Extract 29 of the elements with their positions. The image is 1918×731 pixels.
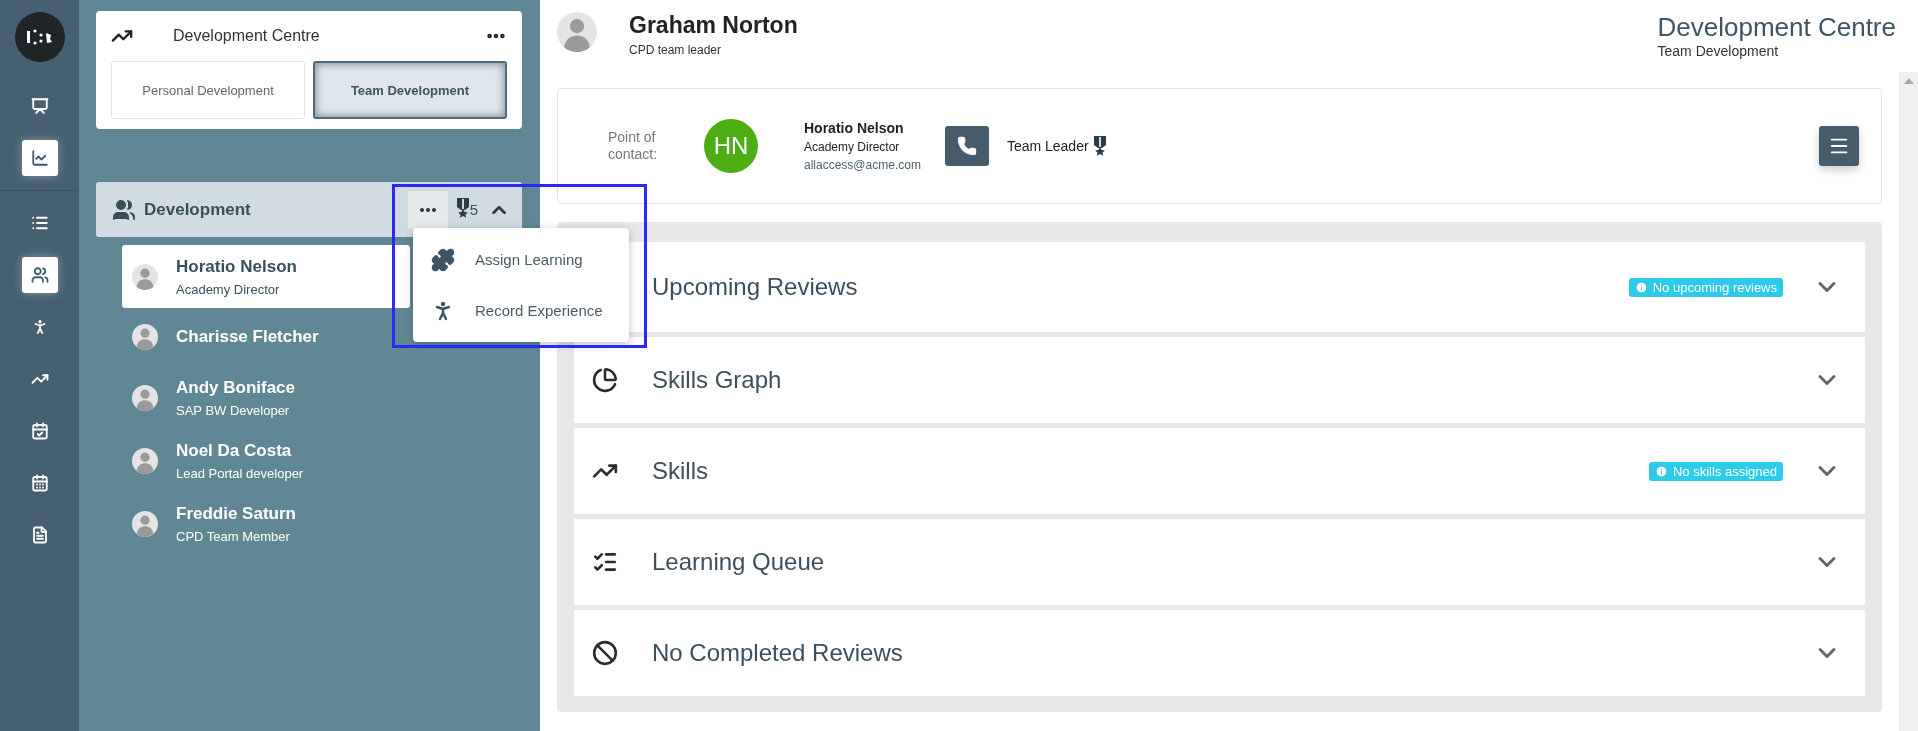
member-name: Charisse Fletcher — [176, 327, 319, 347]
member-role: SAP BW Developer — [176, 402, 291, 418]
section-title: No Completed Reviews — [652, 639, 904, 667]
member-name: Freddie Saturn — [176, 503, 296, 524]
member-role: Lead Portal developer — [176, 465, 304, 481]
status-badge: No skills assigned — [1648, 461, 1783, 481]
member-name: Andy Boniface — [176, 377, 296, 398]
card-title: Development Centre — [173, 27, 321, 45]
member-name: Noel Da Costa — [176, 440, 293, 461]
member-name: Horatio Nelson — [176, 256, 297, 277]
member-role: CPD Team Member — [176, 528, 291, 544]
contact-email: allaccess@acme.com — [804, 158, 921, 172]
status-badge: No upcoming reviews — [1628, 277, 1783, 297]
initials-avatar: HN — [704, 119, 758, 173]
section-title: Upcoming Reviews — [652, 273, 859, 301]
section-title: Learning Queue — [652, 548, 826, 576]
user-name: Graham Norton — [629, 12, 798, 39]
user-role: CPD team leader — [629, 43, 723, 57]
badge-count: 5 — [469, 201, 478, 218]
member-role: Academy Director — [176, 281, 281, 297]
contact-role: Academy Director — [804, 140, 901, 154]
section-title: Skills Graph — [652, 366, 783, 394]
team-title: Development — [144, 199, 252, 220]
section-title: Skills — [652, 457, 709, 485]
page-title: Development Centre — [1657, 12, 1896, 43]
page-subtitle: Team Development — [1657, 43, 1780, 59]
contact-label: Point of contact: — [608, 129, 659, 163]
contact-name: Horatio Nelson — [804, 120, 905, 136]
contact-position: Team Leader — [1006, 138, 1089, 154]
